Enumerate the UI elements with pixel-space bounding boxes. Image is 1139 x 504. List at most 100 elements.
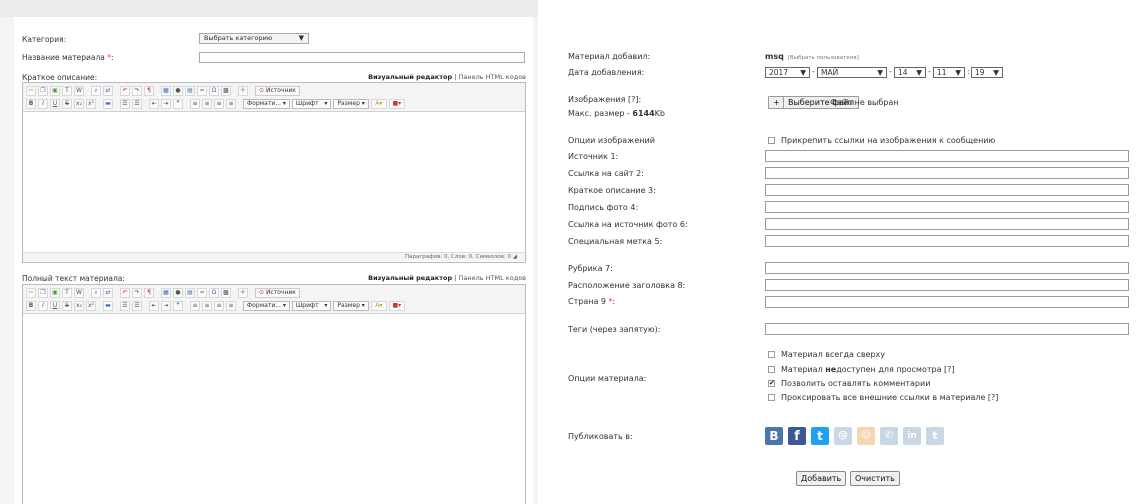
undo-icon[interactable]: ↶ [120, 288, 130, 298]
font-dropdown[interactable]: Шрифт ▾ [291, 99, 332, 109]
source-input[interactable] [765, 150, 1129, 162]
align-center-icon[interactable]: ≡ [202, 301, 212, 311]
special-char-icon[interactable]: Ω [209, 86, 219, 96]
html-panel-link[interactable]: Панель HTML кодов [458, 73, 526, 81]
skype-icon[interactable]: ✆ [880, 427, 898, 445]
tumblr-icon[interactable]: t [926, 427, 944, 445]
choose-user-link[interactable]: [Выбрать пользователя] [788, 55, 859, 61]
paste-word-icon[interactable]: W [74, 288, 84, 298]
remove-format-icon[interactable]: ¶ [144, 86, 154, 96]
bullet-list-icon[interactable]: ☰ [132, 99, 142, 109]
cut-icon[interactable]: ✂ [26, 86, 36, 96]
table-icon[interactable]: ▤ [185, 86, 195, 96]
italic-icon[interactable]: I [38, 301, 48, 311]
visual-editor-link[interactable]: Визуальный редактор [368, 274, 452, 282]
underline-icon[interactable]: U [50, 99, 60, 109]
align-left-icon[interactable]: ≡ [190, 301, 200, 311]
add-button[interactable]: Добавить [796, 471, 847, 486]
underline-icon[interactable]: U [50, 301, 60, 311]
table-icon[interactable]: ▤ [185, 288, 195, 298]
link-icon[interactable]: ▬ [103, 301, 113, 311]
cut-icon[interactable]: ✂ [26, 288, 36, 298]
bg-color-icon[interactable]: ■▾ [388, 301, 405, 311]
odnoklassniki-icon[interactable]: ☺ [857, 427, 875, 445]
outdent-icon[interactable]: ⇤ [149, 301, 159, 311]
quote-icon[interactable]: ❞ [173, 99, 183, 109]
format-dropdown[interactable]: Формати... ▾ [243, 301, 290, 311]
outdent-icon[interactable]: ⇤ [149, 99, 159, 109]
html-panel-link[interactable]: Панель HTML кодов [458, 274, 526, 282]
italic-icon[interactable]: I [38, 99, 48, 109]
quote-icon[interactable]: ❞ [173, 301, 183, 311]
strike-icon[interactable]: S [62, 99, 72, 109]
align-right-icon[interactable]: ≡ [214, 99, 224, 109]
strike-icon[interactable]: S [62, 301, 72, 311]
paste-text-icon[interactable]: T [62, 86, 72, 96]
align-justify-icon[interactable]: ≡ [226, 99, 236, 109]
bg-color-icon[interactable]: ■▾ [388, 99, 405, 109]
undo-icon[interactable]: ↶ [120, 86, 130, 96]
find-icon[interactable]: ⌕ [91, 288, 101, 298]
comments-checkbox[interactable]: ✔ [768, 380, 775, 387]
paste-icon[interactable]: ▣ [50, 86, 60, 96]
superscript-icon[interactable]: x² [86, 301, 96, 311]
rubric-input[interactable] [765, 262, 1129, 274]
numbered-list-icon[interactable]: ☰ [120, 301, 130, 311]
subscript-icon[interactable]: x₂ [74, 99, 84, 109]
indent-icon[interactable]: ⇥ [161, 99, 171, 109]
maximize-icon[interactable]: ✛ [238, 288, 248, 298]
unavailable-checkbox[interactable] [768, 366, 775, 373]
headline-pos-input[interactable] [765, 279, 1129, 291]
full-text-textarea[interactable] [23, 314, 525, 504]
source-button[interactable]: ⊙ Источник [255, 288, 300, 298]
special-char-icon[interactable]: Ω [209, 288, 219, 298]
visual-editor-link[interactable]: Визуальный редактор [368, 73, 452, 81]
year-select[interactable]: 2017 ▼ [765, 67, 810, 78]
subscript-icon[interactable]: x₂ [74, 301, 84, 311]
bold-icon[interactable]: B [26, 99, 36, 109]
align-center-icon[interactable]: ≡ [202, 99, 212, 109]
short-desc-input[interactable] [765, 184, 1129, 196]
flash-icon[interactable]: ● [173, 288, 183, 298]
tags-input[interactable] [765, 323, 1129, 335]
clear-button[interactable]: Очистить [850, 471, 900, 486]
align-justify-icon[interactable]: ≡ [226, 301, 236, 311]
photo-caption-input[interactable] [765, 201, 1129, 213]
page-break-icon[interactable]: ▩ [221, 86, 231, 96]
vk-icon[interactable]: В [765, 427, 783, 445]
find-icon[interactable]: ⌕ [91, 86, 101, 96]
align-left-icon[interactable]: ≡ [190, 99, 200, 109]
align-right-icon[interactable]: ≡ [214, 301, 224, 311]
source-button[interactable]: ⊙ Источник [255, 86, 300, 96]
twitter-icon[interactable]: t [811, 427, 829, 445]
month-select[interactable]: МАЙ ▼ [817, 67, 887, 78]
size-dropdown[interactable]: Размер ▾ [333, 99, 369, 109]
replace-icon[interactable]: ⇄ [103, 86, 113, 96]
paste-word-icon[interactable]: W [74, 86, 84, 96]
always-top-checkbox[interactable] [768, 351, 775, 358]
photo-source-input[interactable] [765, 218, 1129, 230]
indent-icon[interactable]: ⇥ [161, 301, 171, 311]
linkedin-icon[interactable]: in [903, 427, 921, 445]
country-input[interactable] [765, 296, 1129, 308]
category-select[interactable]: Выбрать категорию ▼ [199, 33, 309, 44]
superscript-icon[interactable]: x² [86, 99, 96, 109]
bold-icon[interactable]: B [26, 301, 36, 311]
short-desc-textarea[interactable] [23, 112, 525, 252]
minute-select[interactable]: 19 ▼ [971, 67, 1003, 78]
redo-icon[interactable]: ↷ [132, 86, 142, 96]
maximize-icon[interactable]: ✛ [238, 86, 248, 96]
title-input[interactable] [199, 52, 525, 63]
numbered-list-icon[interactable]: ☰ [120, 99, 130, 109]
paste-icon[interactable]: ▣ [50, 288, 60, 298]
flash-icon[interactable]: ● [173, 86, 183, 96]
redo-icon[interactable]: ↷ [132, 288, 142, 298]
copy-icon[interactable]: ❐ [38, 86, 48, 96]
font-dropdown[interactable]: Шрифт ▾ [291, 301, 332, 311]
text-color-icon[interactable]: A▾ [370, 301, 387, 311]
hr-icon[interactable]: ═ [197, 86, 207, 96]
format-dropdown[interactable]: Формати... ▾ [243, 99, 290, 109]
replace-icon[interactable]: ⇄ [103, 288, 113, 298]
copy-icon[interactable]: ❐ [38, 288, 48, 298]
attach-links-checkbox[interactable] [768, 137, 775, 144]
